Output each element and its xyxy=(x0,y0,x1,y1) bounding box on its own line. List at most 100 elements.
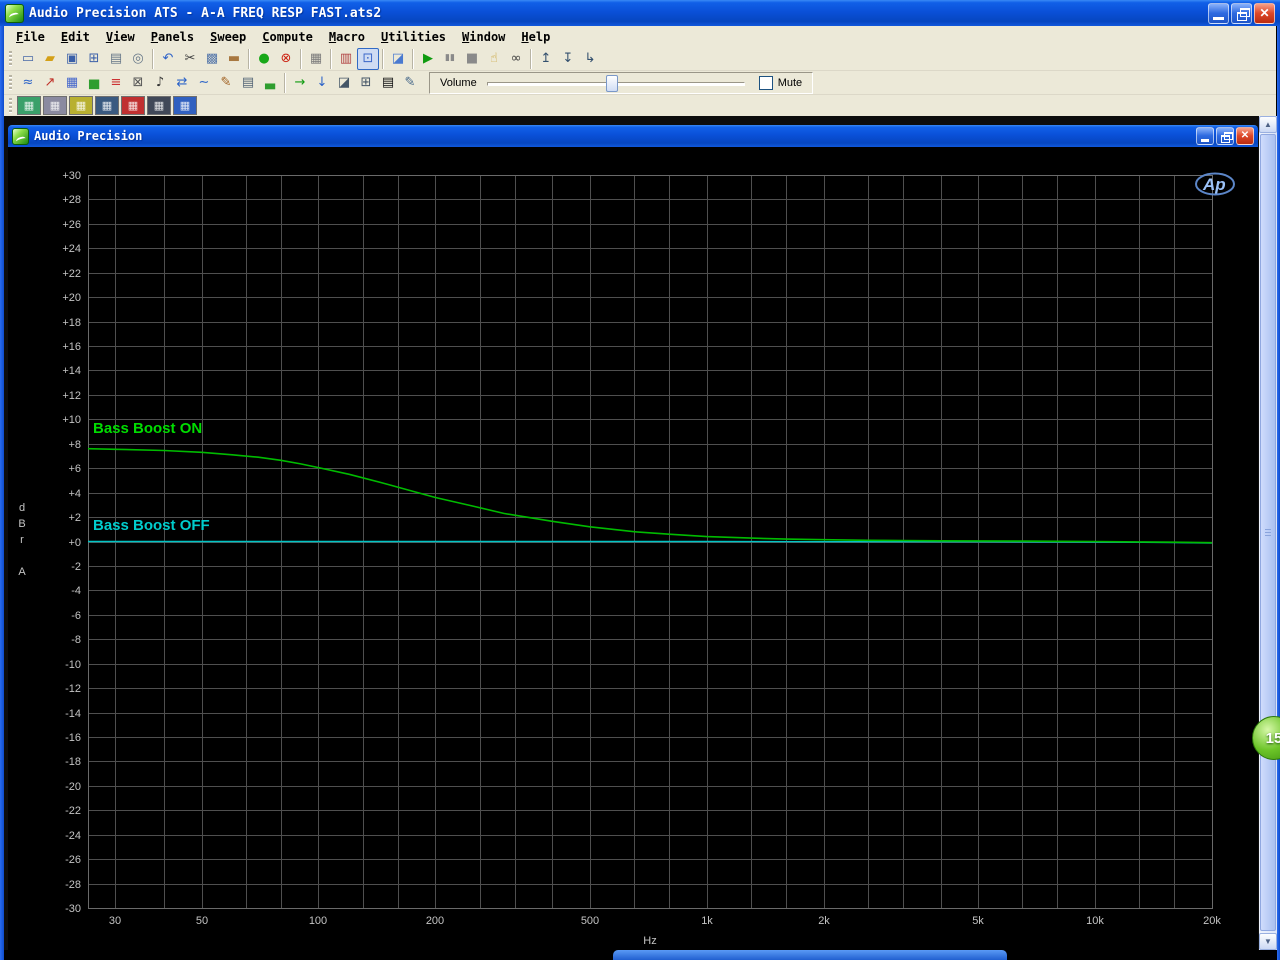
save-all-button[interactable]: ⊞ xyxy=(83,48,105,70)
mute-checkbox[interactable] xyxy=(758,75,773,90)
keys-panel-icon[interactable]: ▦ xyxy=(43,96,67,115)
probe-button[interactable]: ✎ xyxy=(215,72,237,94)
abort-button[interactable]: ⊗ xyxy=(275,48,297,70)
save-test-icon: ▣ xyxy=(65,51,79,66)
digital-analyzer-button[interactable]: ▦ xyxy=(61,72,83,94)
pan-hand-button[interactable]: ☝ xyxy=(483,48,505,70)
menu-help[interactable]: Help xyxy=(513,28,558,46)
copy-settings-down-button[interactable]: ↧ xyxy=(557,48,579,70)
svg-text:r: r xyxy=(20,534,24,546)
print-preview-button[interactable]: ◎ xyxy=(127,48,149,70)
analog-generator-button[interactable]: ↗ xyxy=(39,72,61,94)
undo-button[interactable]: ↶ xyxy=(157,48,179,70)
paste-button[interactable]: ▬ xyxy=(223,48,245,70)
scroll-up-button[interactable]: ▲ xyxy=(1259,116,1277,133)
append-data-icon: ↓ xyxy=(316,75,328,90)
save-test-button[interactable]: ▣ xyxy=(61,48,83,70)
sweep-panel-button[interactable]: ⇄ xyxy=(171,72,193,94)
menu-sweep[interactable]: Sweep xyxy=(202,28,254,46)
patch-panel-icon[interactable]: ▦ xyxy=(95,96,119,115)
copy-button[interactable]: ▩ xyxy=(201,48,223,70)
router-panel-icon[interactable]: ▦ xyxy=(147,96,171,115)
speaker-monitor-button[interactable]: ♪ xyxy=(149,72,171,94)
vu-display-icon[interactable]: ▦ xyxy=(69,96,93,115)
graph-restore-button[interactable] xyxy=(1216,127,1234,145)
log-file-button[interactable]: ✎ xyxy=(399,72,421,94)
graph-window-titlebar[interactable]: Audio Precision ✕ xyxy=(8,125,1258,147)
volume-slider-thumb[interactable] xyxy=(605,74,618,92)
menu-edit[interactable]: Edit xyxy=(53,28,98,46)
go-monitor-button[interactable]: ● xyxy=(253,48,275,70)
append-sweep-button[interactable]: ↳ xyxy=(579,48,601,70)
scrollbar-thumb[interactable] xyxy=(1260,134,1276,931)
digital-generator-icon: ▅ xyxy=(89,75,99,90)
close-button[interactable]: ✕ xyxy=(1254,2,1275,24)
graph-monitor-button[interactable]: ◪ xyxy=(387,48,409,70)
graph-panel-button[interactable]: ◪ xyxy=(333,72,355,94)
toolbar-separator xyxy=(248,48,250,69)
settling-panel-button[interactable]: ∼ xyxy=(193,72,215,94)
graph-window: Audio Precision ✕ +30 +28 +26 +24 +22 +20 +18 +… xyxy=(8,125,1258,950)
level-meters-icon: ≡ xyxy=(110,75,122,90)
sweep-panel-icon: ⇄ xyxy=(176,75,188,90)
toolbar-separator xyxy=(382,48,384,69)
toolbar-separator xyxy=(300,48,302,69)
vertical-scrollbar[interactable]: ▲ ▼ xyxy=(1259,116,1277,950)
open-test-button[interactable]: ▰ xyxy=(39,48,61,70)
clip-indicator-icon[interactable]: ▦ xyxy=(121,96,145,115)
minimize-button[interactable] xyxy=(1208,2,1229,24)
menu-macro[interactable]: Macro xyxy=(321,28,373,46)
menu-view[interactable]: View xyxy=(98,28,143,46)
sweep-start-button[interactable]: ▶ xyxy=(417,48,439,70)
find-button[interactable]: ∞ xyxy=(505,48,527,70)
menu-compute[interactable]: Compute xyxy=(254,28,321,46)
menu-utilities[interactable]: Utilities xyxy=(373,28,454,46)
sweep-pause-icon: ▮▮ xyxy=(445,53,455,63)
menu-panels[interactable]: Panels xyxy=(143,28,202,46)
digital-display-icon[interactable]: ▦ xyxy=(173,96,197,115)
digital-generator-button[interactable]: ▅ xyxy=(83,72,105,94)
io-status-display-icon[interactable]: ▦ xyxy=(17,96,41,115)
learn-mode-button[interactable]: ▥ xyxy=(335,48,357,70)
data-editor-button[interactable]: ⊞ xyxy=(355,72,377,94)
toolbar-grip[interactable] xyxy=(9,50,12,67)
toolbar-displays: ▦ ▦ ▦ ▦ ▦ ▦ ▦ xyxy=(4,95,1276,116)
svg-text:50: 50 xyxy=(196,915,208,927)
toolbar-separator xyxy=(330,48,332,69)
print-button[interactable]: ▤ xyxy=(105,48,127,70)
analog-analyzer-button[interactable]: ≈ xyxy=(17,72,39,94)
sweep-pause-button[interactable]: ▮▮ xyxy=(439,48,461,70)
sweep-stop-button[interactable]: ■ xyxy=(461,48,483,70)
toolbar-grip[interactable] xyxy=(9,97,12,114)
menu-file[interactable]: File xyxy=(8,28,53,46)
regulation-panel-button[interactable]: ▤ xyxy=(237,72,259,94)
regulation-icon: ▦ xyxy=(309,51,323,66)
background-window-fragment[interactable] xyxy=(613,950,1007,960)
copy-settings-up-button[interactable]: ↥ xyxy=(535,48,557,70)
append-data-button[interactable]: ↓ xyxy=(311,72,333,94)
level-meters-button[interactable]: ≡ xyxy=(105,72,127,94)
cut-button[interactable]: ✂ xyxy=(179,48,201,70)
scroll-down-button[interactable]: ▼ xyxy=(1259,933,1277,950)
panel-copy-button[interactable]: ⊡ xyxy=(357,47,379,70)
restore-button[interactable] xyxy=(1231,2,1252,24)
log-file-icon: ✎ xyxy=(404,75,416,90)
print-icon: ▤ xyxy=(109,51,123,66)
menu-window[interactable]: Window xyxy=(454,28,513,46)
svg-text:100: 100 xyxy=(309,915,327,927)
save-all-icon: ⊞ xyxy=(88,51,100,66)
toolbar-grip[interactable] xyxy=(9,74,12,91)
keyboard-panel-button[interactable]: ▤ xyxy=(377,72,399,94)
toolbar-separator xyxy=(284,72,286,93)
start-arrow-button[interactable]: → xyxy=(289,72,311,94)
new-test-button[interactable]: ▭ xyxy=(17,48,39,70)
graph-minimize-button[interactable] xyxy=(1196,127,1214,145)
dcx-panel-button[interactable]: ⊠ xyxy=(127,72,149,94)
bargraph-panel-button[interactable]: ▃ xyxy=(259,72,281,94)
svg-text:200: 200 xyxy=(426,915,444,927)
regulation-button[interactable]: ▦ xyxy=(305,48,327,70)
learn-mode-icon: ▥ xyxy=(339,51,353,66)
svg-text:+8: +8 xyxy=(68,439,81,451)
volume-slider[interactable] xyxy=(486,74,745,92)
graph-close-button[interactable]: ✕ xyxy=(1236,127,1254,145)
